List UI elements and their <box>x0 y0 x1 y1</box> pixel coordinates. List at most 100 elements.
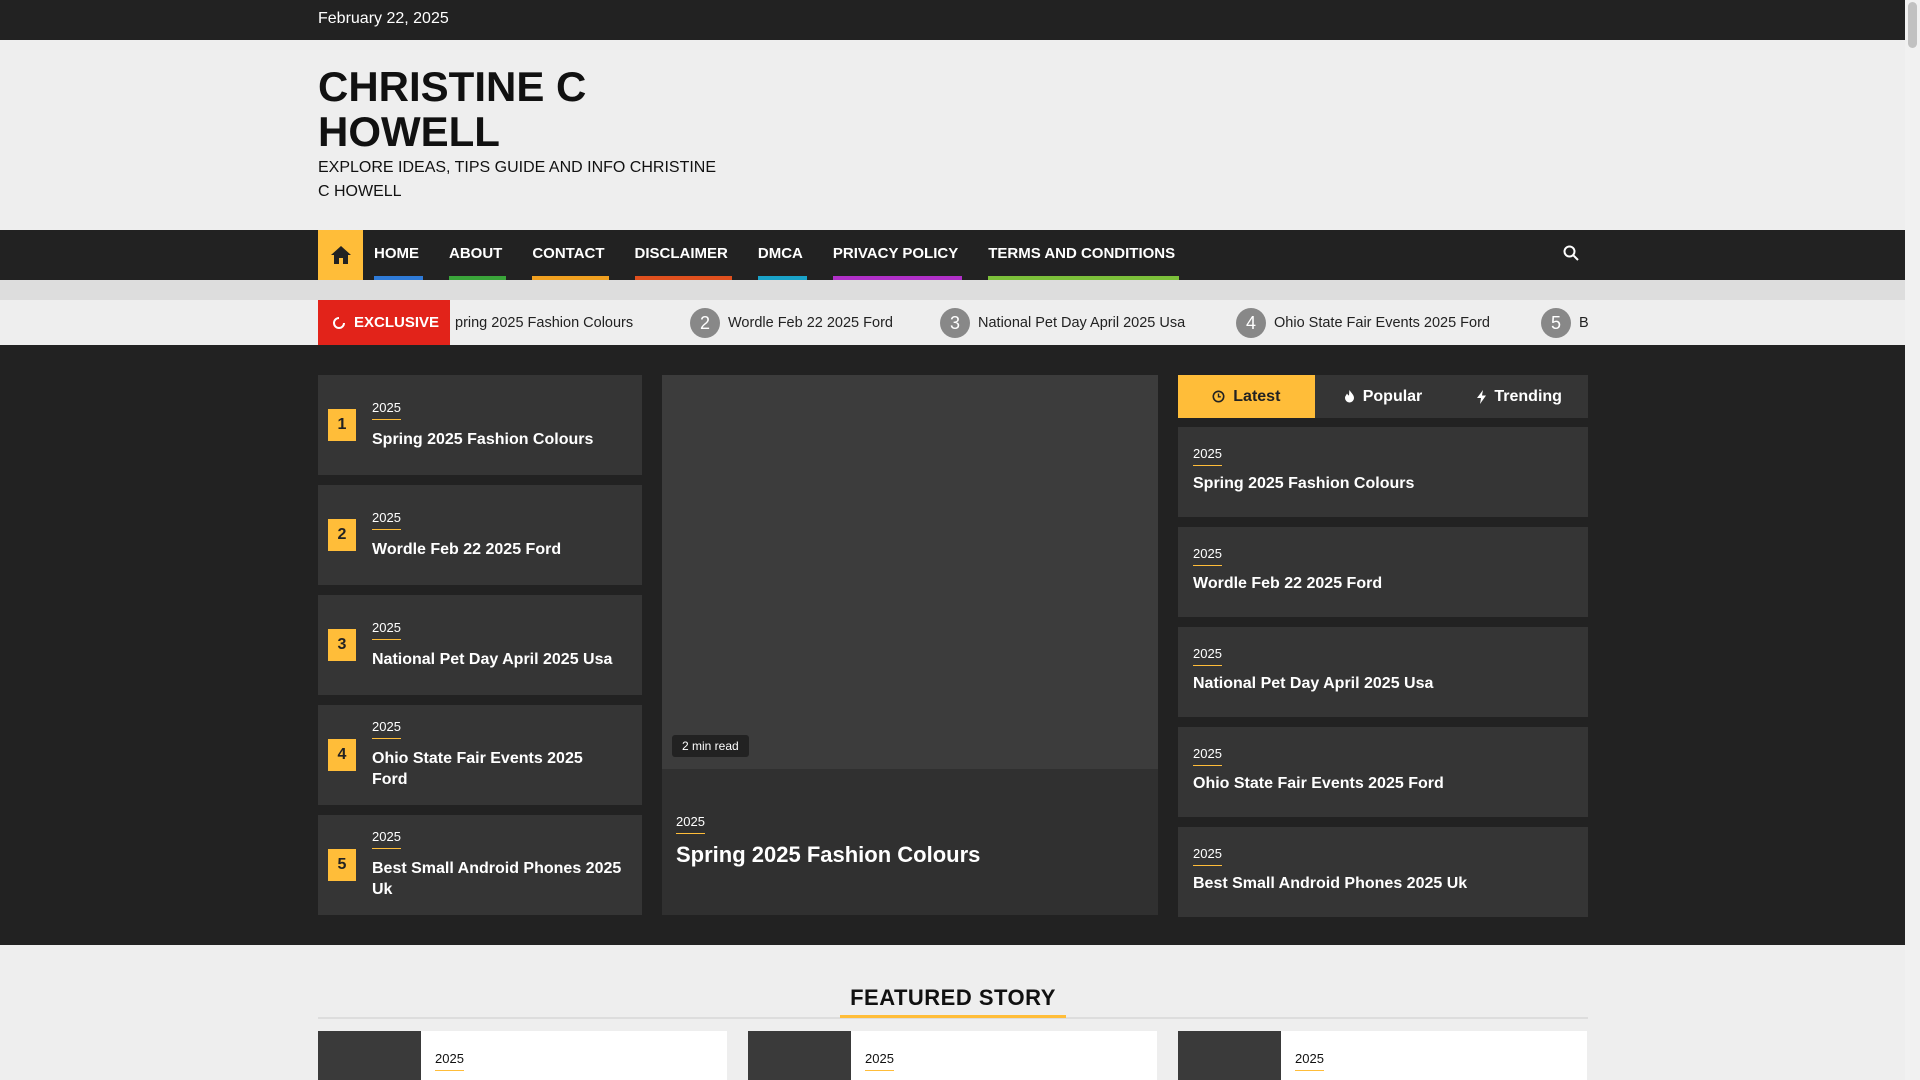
category-link[interactable]: 2025 <box>372 620 401 640</box>
featured-thumbnail[interactable] <box>1178 1031 1281 1080</box>
main-story-card[interactable]: 2 min read 2025 Spring 2025 Fashion Colo… <box>662 375 1158 915</box>
nav-item-home[interactable]: HOME <box>374 230 423 280</box>
section-heading: FEATURED STORY <box>840 985 1066 1018</box>
nav-item-label: HOME <box>374 245 419 262</box>
home-button[interactable] <box>318 230 363 280</box>
category-link[interactable]: 2025 <box>435 1051 464 1071</box>
featured-card[interactable]: 2025 <box>748 1031 1157 1080</box>
category-link[interactable]: 2025 <box>1193 846 1222 866</box>
nav-item-terms[interactable]: TERMS AND CONDITIONS <box>988 230 1180 280</box>
list-item-number: 1 <box>328 409 356 441</box>
refresh-icon <box>333 316 345 329</box>
nav-item-label: DISCLAIMER <box>634 245 728 262</box>
post-title[interactable]: Wordle Feb 22 2025 Ford <box>372 539 622 560</box>
ticker-item-title: Wordle Feb 22 2025 Ford <box>728 315 893 331</box>
ticker-item-number: 3 <box>940 308 970 338</box>
site-title[interactable]: CHRISTINE C HOWELL <box>318 64 738 154</box>
ticker-item-title: Ohio State Fair Events 2025 Ford <box>1274 315 1490 331</box>
tab-trending[interactable]: Trending <box>1451 375 1588 418</box>
ticker-item[interactable]: pring 2025 Fashion Colours <box>455 308 633 338</box>
category-link[interactable]: 2025 <box>1193 546 1222 566</box>
category-link[interactable]: 2025 <box>372 829 401 849</box>
category-link[interactable]: 2025 <box>1193 746 1222 766</box>
search-icon <box>1563 245 1579 261</box>
main-section: 1 2025 Spring 2025 Fashion Colours 2 202… <box>0 345 1905 945</box>
category-link[interactable]: 2025 <box>865 1051 894 1071</box>
post-title[interactable]: National Pet Day April 2025 Usa <box>1193 675 1573 693</box>
section-heading-wrap: FEATURED STORY <box>318 985 1588 1019</box>
ticker-item-number: 2 <box>690 308 720 338</box>
nav-item-label: ABOUT <box>449 245 503 262</box>
nav-item-label: CONTACT <box>532 245 605 262</box>
post-title[interactable]: Ohio State Fair Events 2025 Ford <box>372 748 622 790</box>
scrollbar-thumb[interactable] <box>1908 2 1917 48</box>
post-title[interactable]: Best Small Android Phones 2025 Uk <box>1193 875 1573 893</box>
post-title[interactable]: Ohio State Fair Events 2025 Ford <box>1193 775 1573 793</box>
post-title[interactable]: Spring 2025 Fashion Colours <box>1193 475 1573 493</box>
category-link[interactable]: 2025 <box>372 719 401 739</box>
nav-item-contact[interactable]: CONTACT <box>532 230 609 280</box>
nav-item-about[interactable]: ABOUT <box>449 230 507 280</box>
ticker-item[interactable]: 3 National Pet Day April 2025 Usa <box>940 308 1185 338</box>
post-tabs: Latest Popular Trending <box>1178 375 1588 418</box>
ticker-item[interactable]: 4 Ohio State Fair Events 2025 Ford <box>1236 308 1490 338</box>
ticker-item-title: Be <box>1579 315 1588 331</box>
featured-card[interactable]: 2025 <box>318 1031 727 1080</box>
site-description: EXPLORE IDEAS, TIPS GUIDE AND INFO CHRIS… <box>318 159 717 200</box>
search-button[interactable] <box>1563 245 1583 265</box>
list-item[interactable]: 2025 Spring 2025 Fashion Colours <box>1178 427 1588 517</box>
nav-item-privacy-policy[interactable]: PRIVACY POLICY <box>832 230 963 280</box>
featured-card[interactable]: 2025 <box>1178 1031 1587 1080</box>
ticker-item[interactable]: 2 Wordle Feb 22 2025 Ford <box>690 308 893 338</box>
list-item[interactable]: 2025 National Pet Day April 2025 Usa <box>1178 627 1588 717</box>
tab-latest[interactable]: Latest <box>1178 375 1315 418</box>
nav-item-dmca[interactable]: DMCA <box>757 230 807 280</box>
read-time-badge: 2 min read <box>672 735 749 757</box>
category-link[interactable]: 2025 <box>676 814 705 834</box>
nav-item-disclaimer[interactable]: DISCLAIMER <box>634 230 732 280</box>
list-item-number: 3 <box>328 629 356 661</box>
bolt-icon <box>1477 389 1487 404</box>
exclusive-label: EXCLUSIVE <box>318 300 450 345</box>
list-item[interactable]: 3 2025 National Pet Day April 2025 Usa <box>318 595 642 695</box>
category-link[interactable]: 2025 <box>372 510 401 530</box>
tab-label: Popular <box>1362 387 1423 405</box>
main-story-image[interactable] <box>662 375 1158 769</box>
page-scrollbar[interactable] <box>1905 0 1920 1080</box>
numbered-post-list: 1 2025 Spring 2025 Fashion Colours 2 202… <box>318 375 642 925</box>
list-item[interactable]: 2025 Wordle Feb 22 2025 Ford <box>1178 527 1588 617</box>
ticker-item-title: pring 2025 Fashion Colours <box>455 315 634 331</box>
tabbed-posts: Latest Popular Trending 2025 Spring 2025… <box>1178 375 1588 927</box>
list-item[interactable]: 4 2025 Ohio State Fair Events 2025 Ford <box>318 705 642 805</box>
ticker-spacer <box>0 280 1905 300</box>
category-link[interactable]: 2025 <box>1193 446 1222 466</box>
category-link[interactable]: 2025 <box>372 400 401 420</box>
list-item[interactable]: 2025 Best Small Android Phones 2025 Uk <box>1178 827 1588 917</box>
post-title[interactable]: Spring 2025 Fashion Colours <box>372 429 622 450</box>
main-navigation: HOME ABOUT CONTACT DISCLAIMER DMCA PRIVA… <box>0 230 1905 280</box>
list-item[interactable]: 2 2025 Wordle Feb 22 2025 Ford <box>318 485 642 585</box>
featured-thumbnail[interactable] <box>318 1031 421 1080</box>
post-title[interactable]: Wordle Feb 22 2025 Ford <box>1193 575 1573 593</box>
post-title[interactable]: National Pet Day April 2025 Usa <box>372 649 622 670</box>
ticker-item[interactable]: 5 Be <box>1541 308 1588 338</box>
main-story-title[interactable]: Spring 2025 Fashion Colours <box>676 842 980 868</box>
nav-item-label: DMCA <box>757 245 803 262</box>
post-title[interactable]: Best Small Android Phones 2025 Uk <box>372 858 622 900</box>
list-item[interactable]: 1 2025 Spring 2025 Fashion Colours <box>318 375 642 475</box>
list-item-number: 2 <box>328 519 356 551</box>
category-link[interactable]: 2025 <box>1193 646 1222 666</box>
site-header: CHRISTINE C HOWELL EXPLORE IDEAS, TIPS G… <box>0 40 1905 230</box>
current-date: February 22, 2025 <box>318 10 449 27</box>
list-item[interactable]: 2025 Ohio State Fair Events 2025 Ford <box>1178 727 1588 817</box>
clock-icon <box>1212 390 1225 403</box>
ticker-item-number: 5 <box>1541 308 1571 338</box>
list-item-number: 5 <box>328 849 356 881</box>
home-icon <box>330 246 351 264</box>
tab-label: Trending <box>1494 387 1562 405</box>
category-link[interactable]: 2025 <box>1295 1051 1324 1071</box>
featured-thumbnail[interactable] <box>748 1031 851 1080</box>
ticker-track: pring 2025 Fashion Colours 2 Wordle Feb … <box>450 300 1588 345</box>
list-item[interactable]: 5 2025 Best Small Android Phones 2025 Uk <box>318 815 642 915</box>
tab-popular[interactable]: Popular <box>1315 375 1452 418</box>
